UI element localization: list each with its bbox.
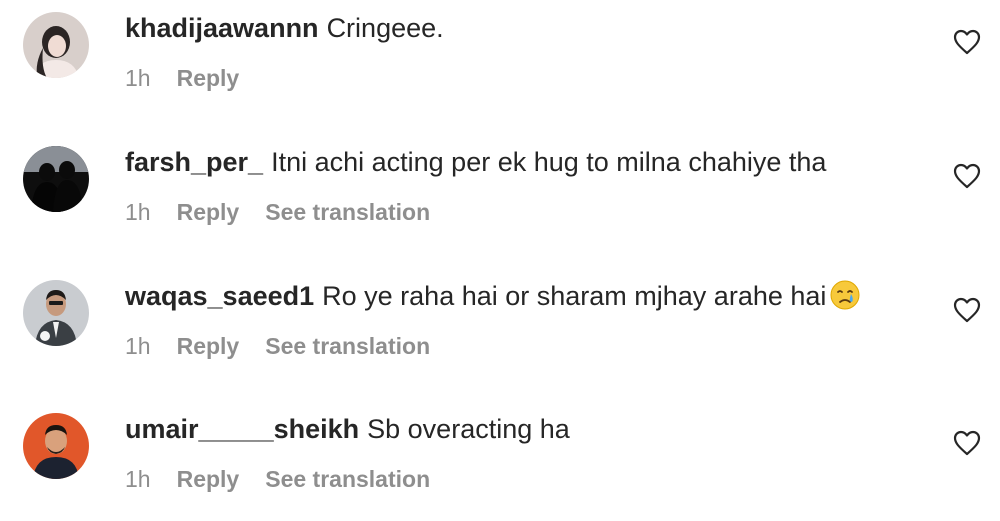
reply-button[interactable]: Reply — [177, 332, 240, 360]
username[interactable]: khadijaawannn — [125, 13, 319, 43]
comment-body: Ro ye raha hai or sharam mjhay arahe hai — [322, 281, 827, 311]
heart-icon[interactable] — [953, 29, 981, 55]
username[interactable]: waqas_saeed1 — [125, 281, 314, 311]
comment-item: umair_____sheikh Sb overacting ha 1h Reply… — [0, 401, 1000, 521]
comment-body: Sb overacting ha — [367, 414, 570, 444]
reply-button[interactable]: Reply — [177, 465, 240, 493]
avatar[interactable] — [23, 413, 89, 479]
see-translation-button[interactable]: See translation — [265, 198, 430, 226]
username[interactable]: umair_____sheikh — [125, 414, 359, 444]
comment-meta: 1h Reply — [125, 64, 265, 92]
heart-icon[interactable] — [953, 430, 981, 456]
comment-text: khadijaawannn Cringeee. — [125, 11, 444, 45]
comment-item: farsh_per_ Itni achi acting per ek hug to… — [0, 134, 1000, 254]
comment-item: khadijaawannn Cringeee. 1h Reply — [0, 0, 1000, 120]
crying-face-icon — [830, 280, 860, 310]
comment-meta: 1h Reply See translation — [125, 332, 430, 360]
heart-icon[interactable] — [953, 163, 981, 189]
comment-meta: 1h Reply See translation — [125, 198, 430, 226]
comment-text: waqas_saeed1 Ro ye raha hai or sharam mjh… — [125, 279, 860, 313]
see-translation-button[interactable]: See translation — [265, 465, 430, 493]
reply-button[interactable]: Reply — [177, 198, 240, 226]
comment-text: farsh_per_ Itni achi acting per ek hug to… — [125, 145, 826, 179]
comment-body: Itni achi acting per ek hug to milna cha… — [271, 147, 827, 177]
see-translation-button[interactable]: See translation — [265, 332, 430, 360]
comment-text: umair_____sheikh Sb overacting ha — [125, 412, 570, 446]
timestamp: 1h — [125, 199, 151, 225]
avatar[interactable] — [23, 146, 89, 212]
comment-item: waqas_saeed1 Ro ye raha hai or sharam mjh… — [0, 268, 1000, 388]
timestamp: 1h — [125, 466, 151, 492]
username[interactable]: farsh_per_ — [125, 147, 263, 177]
reply-button[interactable]: Reply — [177, 64, 240, 92]
timestamp: 1h — [125, 333, 151, 359]
avatar[interactable] — [23, 280, 89, 346]
comment-body: Cringeee. — [326, 13, 444, 43]
avatar[interactable] — [23, 12, 89, 78]
heart-icon[interactable] — [953, 297, 981, 323]
timestamp: 1h — [125, 65, 151, 91]
comment-meta: 1h Reply See translation — [125, 465, 430, 493]
